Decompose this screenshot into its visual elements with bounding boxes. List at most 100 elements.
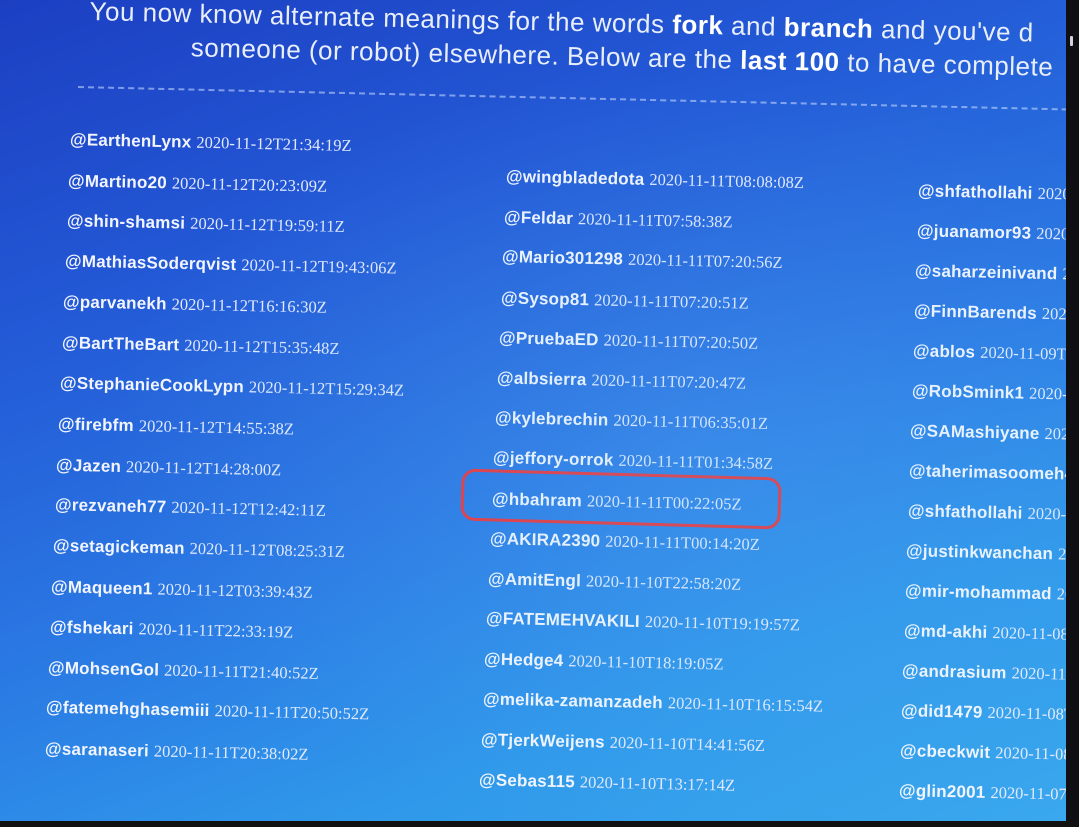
contributor-username-link[interactable]: @mir-mohammad	[905, 581, 1052, 603]
contributor-username-link[interactable]: @EarthenLynx	[70, 130, 192, 152]
contributor-username-link[interactable]: @SAMashiyane	[910, 421, 1040, 443]
contributor-username-link[interactable]: @justinkwanchan	[906, 541, 1053, 563]
contributor-timestamp: 2020-11-11T21:40:52Z	[163, 660, 319, 683]
contributor-entry: @md-akhi 2020-11-08T	[903, 621, 1066, 645]
contributor-entry: @andrasium 2020-11-0	[902, 661, 1066, 685]
contributor-username-link[interactable]: @ablos	[913, 341, 976, 361]
contributor-entry: @Feldar 2020-11-11T07:58:38Z	[504, 208, 733, 233]
contributor-username-link[interactable]: @parvanekh	[63, 293, 167, 314]
contributor-entry: @shfathollahi 2020-1	[918, 181, 1066, 204]
contributor-username-link[interactable]: @andrasium	[902, 661, 1007, 682]
contributor-username-link[interactable]: @Mario301298	[502, 247, 623, 269]
contributor-entry: @EarthenLynx 2020-11-12T21:34:19Z	[70, 130, 352, 156]
contributor-entry: @RobSmink1 2020-11	[911, 381, 1066, 405]
contributor-username-link[interactable]: @TjerkWeijens	[481, 730, 605, 752]
contributor-username-link[interactable]: @shfathollahi	[918, 181, 1033, 202]
intro-bold-branch: branch	[783, 11, 874, 44]
contributor-timestamp: 2020-11-0	[1011, 663, 1066, 684]
contributor-timestamp: 2020-1	[1037, 183, 1066, 204]
contributor-timestamp: 2020-11-10T18:19:05Z	[568, 651, 725, 674]
contributor-username-link[interactable]: @AKIRA2390	[490, 529, 601, 550]
contributor-entry: @setagickeman 2020-11-12T08:25:31Z	[53, 536, 345, 562]
contributor-timestamp: 2020-11-11T07:20:50Z	[603, 330, 759, 353]
contributor-timestamp: 2020-11-12T14:28:00Z	[126, 456, 282, 480]
contributor-username-link[interactable]: @md-akhi	[904, 621, 988, 642]
contributor-entry: @glin2001 2020-11-07T1	[898, 781, 1066, 805]
contributor-entry: @SAMashiyane 2020-	[910, 421, 1066, 445]
contributor-timestamp: 2020-	[1044, 424, 1066, 444]
contributor-entry: @Martino20 2020-11-12T20:23:09Z	[68, 171, 327, 196]
contributor-username-link[interactable]: @albsierra	[497, 368, 587, 389]
contributor-timestamp: 2020-11-11T20:38:02Z	[153, 741, 309, 764]
contributor-username-link[interactable]: @FATEMEHVAKILI	[486, 609, 640, 631]
contributor-entry: @ablos 2020-11-09T0	[913, 341, 1066, 364]
contributor-username-link[interactable]: @saranaseri	[44, 739, 148, 760]
contributor-entry: @FATEMEHVAKILI 2020-11-10T19:19:57Z	[486, 609, 800, 636]
contributor-timestamp: 202	[1058, 544, 1066, 564]
intro-text-segment: to have complete	[839, 47, 1054, 82]
contributor-timestamp: 2020-11-08T	[991, 623, 1066, 644]
contributor-username-link[interactable]: @shin-shamsi	[66, 211, 185, 232]
contributor-username-link[interactable]: @Jazen	[56, 455, 121, 475]
contributor-username-link[interactable]: @fshekari	[49, 618, 133, 639]
contributor-username-link[interactable]: @Sysop81	[500, 288, 588, 309]
monitor-screen: You now know alternate meanings for the …	[0, 0, 1066, 822]
contributor-username-link[interactable]: @MathiasSoderqvist	[65, 251, 237, 274]
contributor-username-link[interactable]: @FinnBarends	[914, 301, 1037, 323]
contributor-entry: @AmitEngl 2020-11-10T22:58:20Z	[488, 569, 742, 594]
contributor-username-link[interactable]: @cbeckwit	[900, 741, 991, 762]
contributor-username-link[interactable]: @StephanieCookLypn	[60, 373, 244, 396]
contributor-username-link[interactable]: @firebfm	[58, 415, 134, 436]
contributor-username-link[interactable]: @AmitEngl	[488, 569, 581, 590]
contributor-username-link[interactable]: @Feldar	[504, 208, 573, 228]
contributor-timestamp: 2020-11-12T12:42:11Z	[170, 497, 326, 521]
contributor-timestamp: 2020-11-12T19:43:06Z	[241, 255, 397, 278]
contributor-username-link[interactable]: @did1479	[901, 701, 983, 722]
contributor-username-link[interactable]: @shfathollahi	[907, 501, 1022, 522]
contributor-username-link[interactable]: @Martino20	[68, 171, 167, 192]
contributor-timestamp: 2020-11-10T14:41:56Z	[609, 732, 765, 755]
contributor-timestamp: 2020-11-11T07:58:38Z	[578, 209, 733, 232]
contributor-timestamp: 2020-11-08T	[994, 743, 1066, 764]
contributor-entry: @shin-shamsi 2020-11-12T19:59:11Z	[66, 211, 344, 237]
contributor-entry: @StephanieCookLypn 2020-11-12T15:29:34Z	[60, 373, 404, 400]
contributor-entry: @saranaseri 2020-11-11T20:38:02Z	[44, 739, 308, 765]
contributor-username-link[interactable]: @setagickeman	[53, 536, 185, 558]
contributor-entry: @Maqueen1 2020-11-12T03:39:43Z	[51, 577, 313, 602]
contributor-username-link[interactable]: @Sebas115	[479, 770, 575, 791]
contributor-username-link[interactable]: @RobSmink1	[911, 381, 1023, 402]
contributor-timestamp: 2020-11-12T21:34:19Z	[196, 132, 352, 155]
contributor-entry: @AKIRA2390 2020-11-11T00:14:20Z	[490, 529, 760, 555]
contributor-username-link[interactable]: @rezvaneh77	[55, 496, 167, 517]
contributor-username-link[interactable]: @Maqueen1	[51, 577, 153, 598]
contributor-username-link[interactable]: @taherimasoomeh47	[909, 461, 1066, 484]
contributor-username-link[interactable]: @wingbladedota	[506, 167, 645, 189]
contributor-entry: @Sysop81 2020-11-11T07:20:51Z	[500, 288, 748, 313]
contributor-entry: @MohsenGol 2020-11-11T21:40:52Z	[48, 658, 319, 684]
contributor-username-link[interactable]: @saharzeinivand	[915, 261, 1058, 283]
contributor-timestamp: 2020-11-08T0	[987, 702, 1066, 724]
red-highlight-circle	[460, 468, 782, 530]
contributor-username-link[interactable]: @PruebaED	[499, 328, 599, 349]
contributor-username-link[interactable]: @fatemehghasemiii	[46, 698, 210, 720]
contributor-timestamp: 2020-11-10T16:15:54Z	[667, 692, 823, 716]
contributor-username-link[interactable]: @jeffory-orrok	[493, 448, 614, 470]
contributor-username-link[interactable]: @melika-zamanzadeh	[482, 689, 662, 712]
contributor-username-link[interactable]: @BartTheBart	[61, 333, 179, 354]
contributor-timestamp: 2020-11-10T22:58:20Z	[585, 571, 742, 594]
contributor-timestamp: 2020-1	[1026, 503, 1066, 524]
bezel-indicator	[1070, 36, 1073, 46]
contributor-username-link[interactable]: @Hedge4	[484, 650, 564, 671]
intro-text: You now know alternate meanings for the …	[88, 0, 1066, 85]
contributor-entry: @FinnBarends 2020-	[914, 301, 1066, 324]
contributor-entry: @BartTheBart 2020-11-12T15:35:48Z	[61, 333, 339, 359]
contributor-username-link[interactable]: @kylebrechin	[495, 408, 609, 429]
contributor-entry: @taherimasoomeh47	[909, 461, 1066, 485]
contributor-username-link[interactable]: @glin2001	[898, 781, 985, 802]
contributor-entry: @wingbladedota 2020-11-11T08:08:08Z	[506, 167, 804, 193]
contributor-entry: @melika-zamanzadeh 2020-11-10T16:15:54Z	[482, 689, 822, 716]
contributor-username-link[interactable]: @juanamor93	[917, 221, 1032, 242]
contributor-timestamp: 2020-11-11T07:20:47Z	[591, 370, 747, 393]
contributor-entry: @TjerkWeijens 2020-11-10T14:41:56Z	[481, 730, 765, 756]
contributor-username-link[interactable]: @MohsenGol	[48, 658, 160, 679]
